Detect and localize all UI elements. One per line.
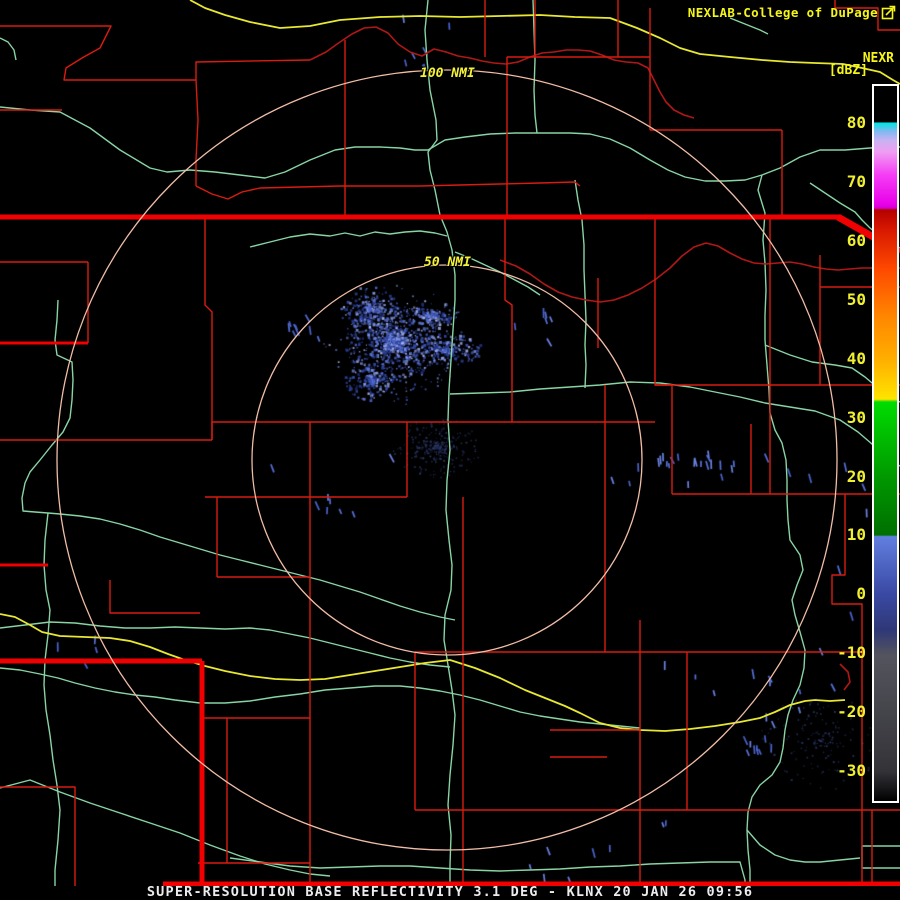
- colorbar-tick-label: 20: [846, 467, 866, 486]
- radar-viewer: NEXLAB-College of DuPage NEXR [dBZ] 80 70…: [0, 0, 900, 900]
- county-boundary-line: [109, 580, 200, 614]
- road-line: [729, 17, 769, 35]
- road-line: [43, 512, 61, 900]
- road-line: [746, 829, 861, 863]
- county-boundary-line: [195, 181, 581, 200]
- colorbar-tick-label: 10: [846, 525, 866, 544]
- colorbar-tick-label: 30: [846, 408, 866, 427]
- road-line: [0, 106, 900, 182]
- colorbar-tick-label: -20: [837, 702, 866, 721]
- box-northeast-arrow-icon[interactable]: [881, 4, 897, 20]
- status-bar: SUPER-RESOLUTION BASE REFLECTIVITY 3.1 D…: [0, 884, 900, 900]
- basemap-layer: [0, 0, 900, 900]
- boundary-river-line: [309, 26, 695, 119]
- colorbar-tick-label: 80: [846, 113, 866, 132]
- county-boundary-line: [654, 218, 673, 494]
- road-line: [0, 779, 331, 877]
- colorbar-tick-label: 0: [856, 584, 866, 603]
- road-line: [0, 37, 17, 61]
- colorbar-tick-label: -30: [837, 761, 866, 780]
- boundary-river-line: [839, 663, 851, 691]
- colorbar-tick-label: -10: [837, 643, 866, 662]
- colorbar-tick-label: 70: [846, 172, 866, 191]
- county-boundary-line: [0, 786, 76, 900]
- road-line: [746, 174, 806, 900]
- colorbar-tick-label: 40: [846, 349, 866, 368]
- unit-label: [dBZ]: [828, 63, 868, 78]
- county-boundary-line: [0, 25, 196, 81]
- header: NEXLAB-College of DuPage: [688, 4, 897, 20]
- reflectivity-colorbar: [872, 84, 899, 803]
- county-boundary-line: [211, 421, 655, 440]
- county-boundary-line: [831, 494, 863, 884]
- range-ring-label: 50 NMI: [424, 255, 471, 270]
- highway-line: [0, 613, 846, 732]
- road-line: [861, 846, 900, 869]
- site-title[interactable]: NEXLAB-College of DuPage: [688, 5, 878, 20]
- colorbar-tick-label: 50: [846, 290, 866, 309]
- county-boundary-line: [195, 59, 311, 80]
- product-status-text: SUPER-RESOLUTION BASE REFLECTIVITY 3.1 D…: [146, 884, 754, 900]
- road-line: [21, 299, 456, 621]
- colorbar-tick-label: 60: [846, 231, 866, 250]
- road-line: [574, 179, 587, 389]
- range-ring: [56, 69, 838, 851]
- range-ring-label: 100 NMI: [420, 66, 475, 81]
- county-boundary-line: [204, 218, 213, 440]
- road-line: [249, 230, 448, 248]
- road-line: [424, 0, 456, 900]
